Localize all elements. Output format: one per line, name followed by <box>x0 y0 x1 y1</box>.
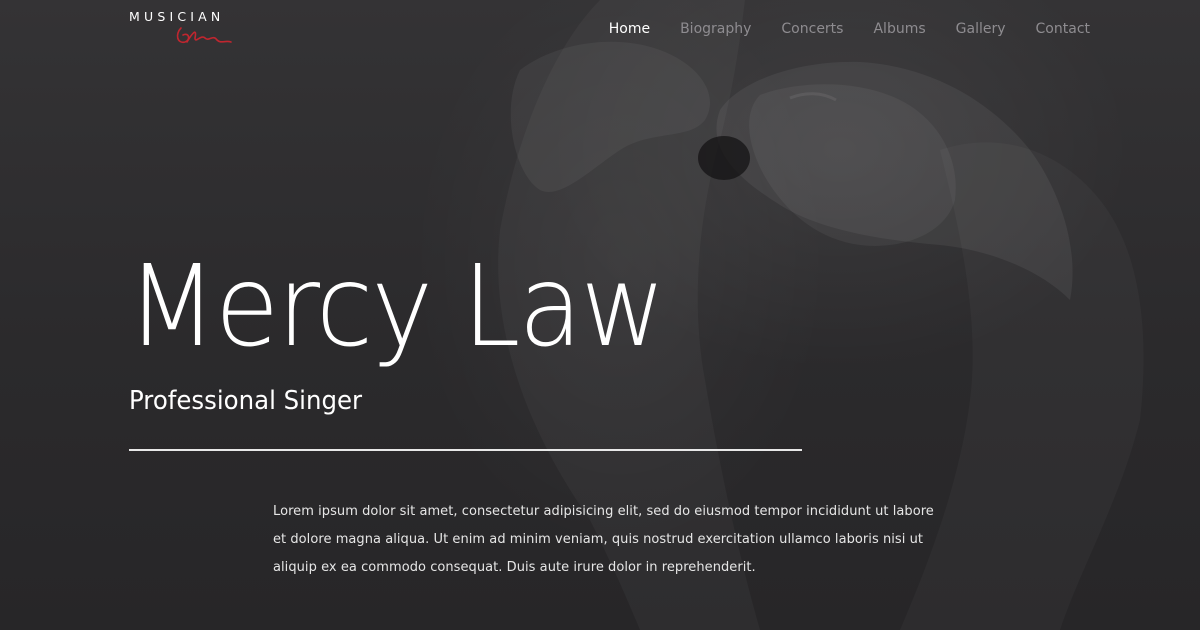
hero-intro-text: Lorem ipsum dolor sit amet, consectetur … <box>273 504 934 575</box>
main-navigation: Home Biography Concerts Albums Gallery C… <box>603 18 1090 40</box>
nav-item-gallery[interactable]: Gallery <box>956 18 1006 40</box>
hero-divider <box>129 449 802 451</box>
hero-title: Mercy Law <box>127 242 666 372</box>
nav-item-biography[interactable]: Biography <box>680 18 751 40</box>
site-logo[interactable]: MUSICIAN <box>129 10 239 50</box>
nav-item-albums[interactable]: Albums <box>873 18 925 40</box>
logo-signature-icon <box>176 27 232 44</box>
nav-item-concerts[interactable]: Concerts <box>781 18 843 40</box>
hero-section: MUSICIAN Home Biography Concerts Albums … <box>0 0 1200 630</box>
nav-item-contact[interactable]: Contact <box>1036 18 1090 40</box>
nav-item-home[interactable]: Home <box>609 18 650 40</box>
hero-subtitle: Professional Singer <box>129 386 363 416</box>
